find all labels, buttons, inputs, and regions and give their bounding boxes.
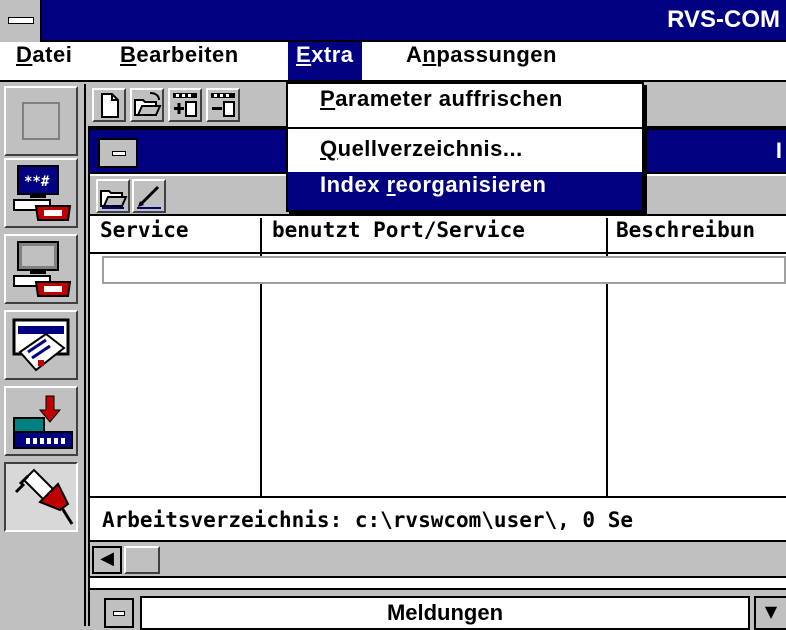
menu-datei[interactable]: Datei [8,42,80,80]
column-header-beschreibung[interactable]: Beschreibun [608,218,786,252]
menu-item-post: arameter auffrischen [335,86,563,111]
blank-button-icon [22,102,60,140]
open-folder-icon [100,190,128,209]
computer-phone-button[interactable] [4,234,78,304]
menu-extra-mnemonic: E [296,42,312,67]
menu-item-mnemonic: P [320,86,336,111]
minus-icon [8,17,34,24]
fax-card-button[interactable] [4,310,78,380]
column-header-row: Service benutzt Port/Service Beschreibun [90,218,786,254]
menu-extra[interactable]: Extra [288,42,362,80]
minus-icon [112,151,126,156]
child-edit-button[interactable] [132,179,166,213]
menu-item-quellverzeichnis[interactable]: Quellverzeichnis... [288,136,642,174]
new-button[interactable] [92,88,126,122]
svg-text:**#: **# [24,174,50,190]
extra-menu-dropdown: Parameter auffrischen Quellverzeichnis..… [286,82,644,212]
menu-datei-rest: atei [32,42,73,67]
fax-terminal-button[interactable]: **# [4,158,78,228]
menu-separator [288,127,642,129]
messages-window: Meldungen ▼ [88,588,786,630]
menu-bearbeiten-mnemonic: B [120,42,137,67]
add-entry-button[interactable] [168,88,202,122]
menu-anpassungen-rest: passungen [436,42,557,67]
menu-item-post: uellverzeichnis... [337,136,523,161]
plug-connector-button[interactable] [4,462,78,532]
remove-entry-button[interactable] [206,88,240,122]
table-row[interactable] [102,256,786,284]
add-entry-icon [173,93,197,117]
app-title-bar: RVS-COM [0,0,786,42]
edit-entry-icon [137,185,161,209]
menu-anpassungen-a: A [406,42,423,67]
minus-icon [113,611,125,616]
column-header-service[interactable]: Service [90,218,262,252]
computer-phone-icon [13,241,72,297]
open-button[interactable] [130,88,164,122]
left-toolbar: **# [0,84,86,626]
messages-system-menu-button[interactable] [104,598,134,628]
menu-anpassungen-mnemonic: n [422,42,437,67]
menu-item-parameter-auffrischen[interactable]: Parameter auffrischen [288,86,642,124]
scroll-thumb[interactable] [124,546,160,574]
scroll-left-arrow-icon[interactable]: ◀ [92,546,122,574]
menu-item-mnemonic: r [386,172,396,197]
menu-bar: Datei Bearbeiten Extra Anpassungen [0,42,786,82]
open-folder-icon [134,92,162,116]
horizontal-scrollbar[interactable]: ◀ [90,542,786,578]
menu-datei-mnemonic: D [16,42,33,67]
child-open-button[interactable] [96,179,130,213]
dropdown-arrow-icon[interactable]: ▼ [754,596,786,630]
app-title: RVS-COM [667,6,780,33]
blank-button[interactable] [4,86,78,156]
column-header-port[interactable]: benutzt Port/Service [262,218,608,252]
child-system-menu-button[interactable] [98,138,138,168]
working-directory-status: Arbeitsverzeichnis: c:\rvswcom\user\, 0 … [90,496,786,542]
system-menu-button[interactable] [0,0,42,42]
menu-item-mnemonic: Q [320,136,338,161]
download-device-button[interactable] [4,386,78,456]
remove-entry-icon [211,93,235,117]
menu-bearbeiten[interactable]: Bearbeiten [112,42,247,80]
plug-connector-icon [14,468,74,525]
new-document-icon [101,93,119,118]
messages-title: Meldungen [140,596,750,630]
menu-item-post: eorganisieren [395,172,547,197]
menu-bearbeiten-rest: earbeiten [136,42,239,67]
fax-card-icon [12,318,70,372]
menu-extra-rest: xtra [311,42,354,67]
fax-terminal-icon: **# [13,165,72,221]
download-device-icon [13,395,73,449]
menu-anpassungen[interactable]: Anpassungen [398,42,565,80]
menu-item-pre: Index [320,172,387,197]
menu-item-index-reorganisieren[interactable]: Index reorganisieren [288,172,642,210]
child-title: I [775,138,782,163]
